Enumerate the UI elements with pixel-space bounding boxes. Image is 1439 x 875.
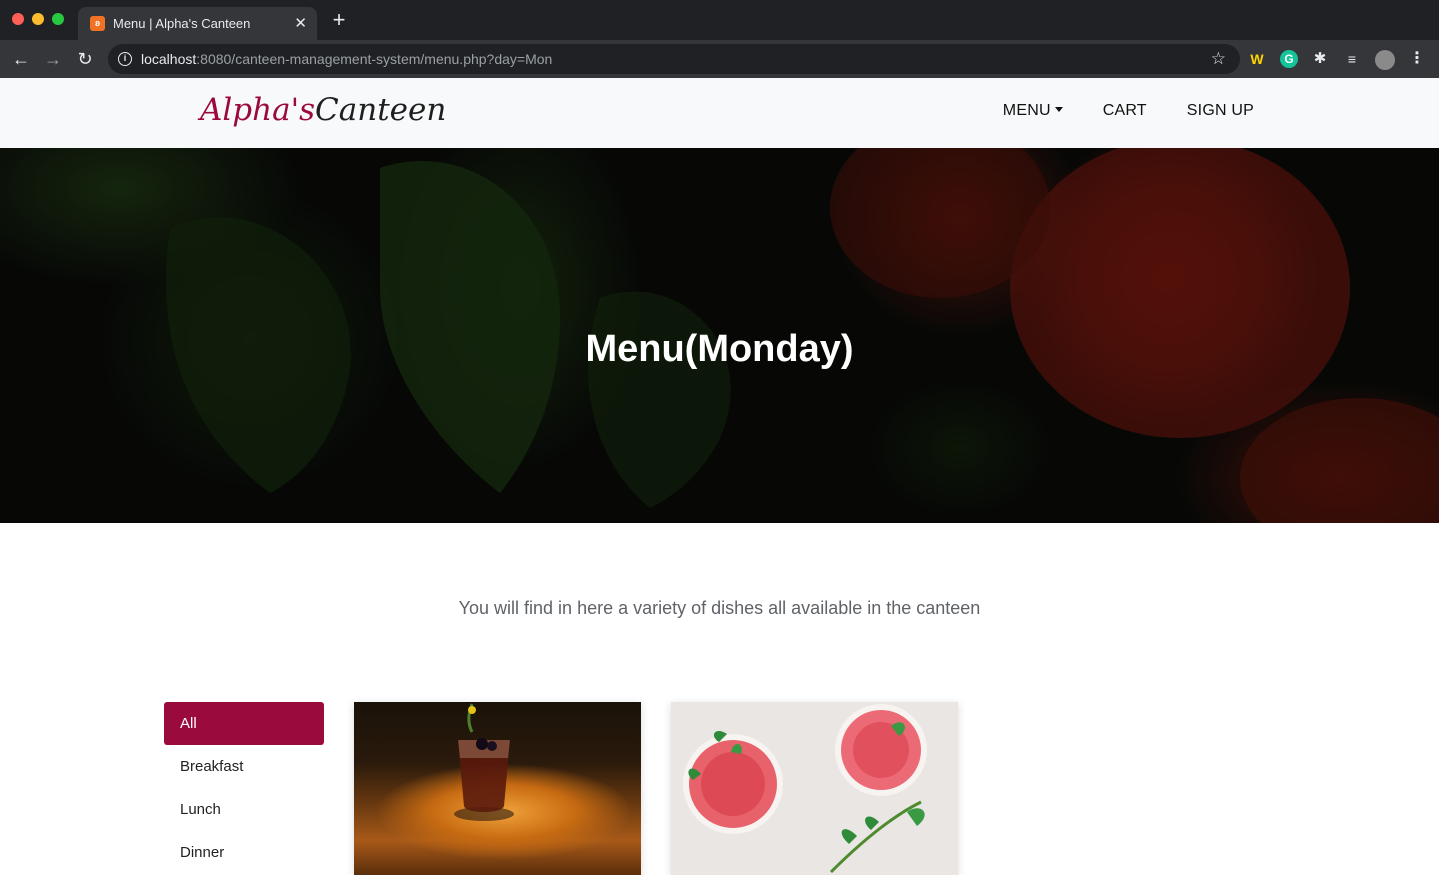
site-logo[interactable]: Alpha'sCanteen bbox=[200, 92, 446, 128]
browser-toolbar: ← → ↻ i localhost:8080/canteen-managemen… bbox=[0, 40, 1439, 78]
nav-cart-link[interactable]: CART bbox=[1103, 102, 1147, 120]
xampp-favicon-icon: ʚ bbox=[90, 16, 105, 31]
category-all[interactable]: All bbox=[164, 702, 324, 745]
logo-canteen: Canteen bbox=[315, 92, 447, 128]
window-close-button[interactable] bbox=[12, 13, 24, 25]
menu-tagline: You will find in here a variety of dishe… bbox=[458, 598, 981, 618]
cocktail-dish-image bbox=[454, 703, 514, 821]
caret-down-icon bbox=[1054, 107, 1063, 112]
browser-menu-icon[interactable]: ⋮ bbox=[1408, 50, 1426, 68]
url-path: :8080/canteen-management-system/menu.php… bbox=[196, 51, 553, 67]
address-bar[interactable]: i localhost:8080/canteen-management-syst… bbox=[108, 44, 1240, 74]
nav-menu-dropdown[interactable]: MENU bbox=[1003, 102, 1063, 120]
grammarly-icon[interactable]: G bbox=[1280, 50, 1298, 68]
back-arrow-icon[interactable]: ← bbox=[10, 48, 32, 70]
category-dinner[interactable]: Dinner bbox=[164, 831, 324, 874]
nav-links: MENU CART SIGN UP bbox=[1003, 102, 1254, 120]
browser-tab[interactable]: ʚ Menu | Alpha's Canteen ✕ bbox=[78, 7, 317, 40]
window-zoom-button[interactable] bbox=[52, 13, 64, 25]
reload-icon[interactable]: ↻ bbox=[74, 48, 96, 70]
hero-title: Menu(Monday) bbox=[585, 328, 854, 370]
watermelon-drink-dish-image bbox=[683, 704, 927, 874]
extension-w-icon[interactable]: W bbox=[1248, 50, 1266, 68]
nav-menu-label: MENU bbox=[1002, 102, 1051, 119]
media-control-icon[interactable]: ≡ bbox=[1343, 50, 1361, 68]
category-lunch[interactable]: Lunch bbox=[164, 788, 324, 831]
extensions-puzzle-icon[interactable]: ✱ bbox=[1311, 50, 1329, 68]
logo-alpha: Alpha's bbox=[200, 92, 316, 128]
site-info-icon[interactable]: i bbox=[118, 52, 132, 66]
profile-avatar-icon[interactable] bbox=[1375, 50, 1395, 70]
new-tab-icon[interactable]: + bbox=[328, 9, 350, 31]
window-minimize-button[interactable] bbox=[32, 13, 44, 25]
browser-tab-bar: ʚ Menu | Alpha's Canteen ✕ + bbox=[0, 0, 1439, 40]
tab-close-icon[interactable]: ✕ bbox=[294, 14, 307, 32]
url-host: localhost bbox=[141, 51, 197, 67]
tab-title: Menu | Alpha's Canteen bbox=[113, 16, 251, 31]
forward-arrow-icon[interactable]: → bbox=[42, 48, 64, 70]
url-text: localhost:8080/canteen-management-system… bbox=[141, 51, 552, 67]
dish-card[interactable] bbox=[671, 702, 958, 875]
category-breakfast[interactable]: Breakfast bbox=[164, 745, 324, 788]
bookmark-star-icon[interactable]: ☆ bbox=[1211, 49, 1226, 69]
nav-signup-link[interactable]: SIGN UP bbox=[1187, 102, 1254, 120]
site-navbar: Alpha'sCanteen MENU CART SIGN UP bbox=[0, 78, 1439, 148]
category-filter-list: All Breakfast Lunch Dinner bbox=[164, 702, 324, 874]
dish-card[interactable] bbox=[354, 702, 641, 875]
hero-banner: Menu(Monday) bbox=[0, 148, 1439, 523]
